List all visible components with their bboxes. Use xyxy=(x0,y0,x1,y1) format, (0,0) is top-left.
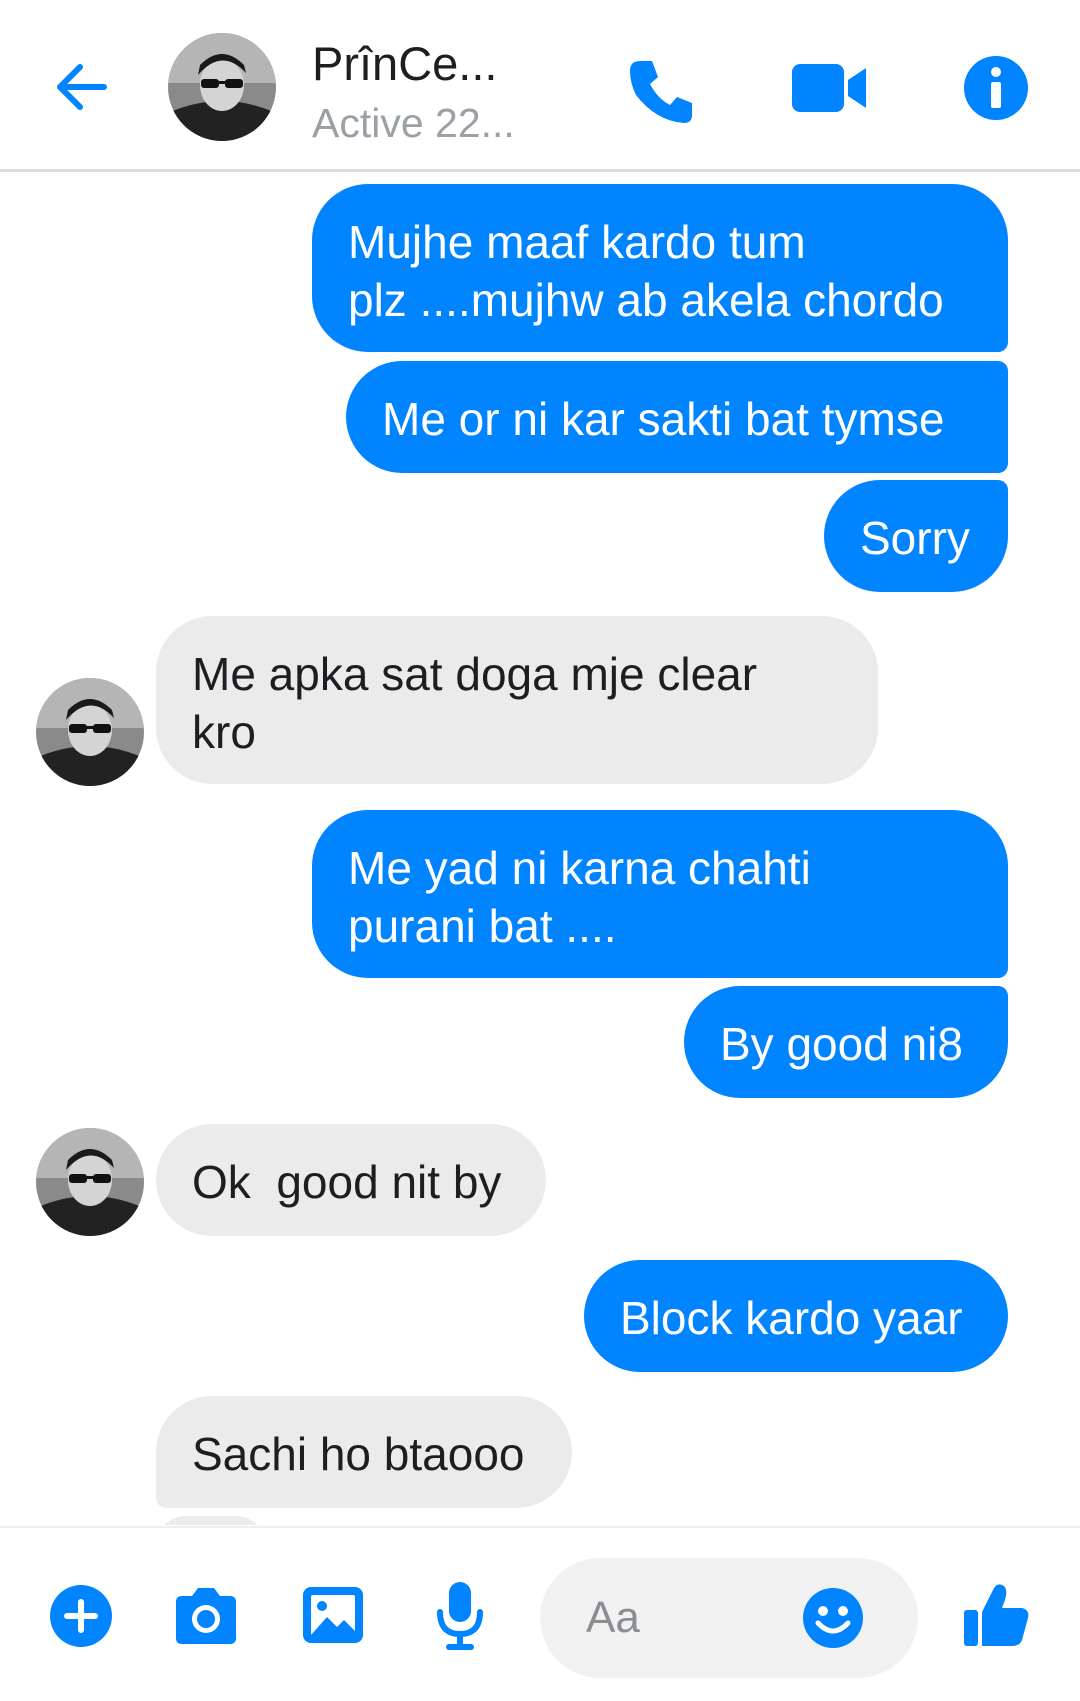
gallery-button[interactable] xyxy=(300,1584,366,1646)
thumbs-up-icon xyxy=(964,1584,1029,1646)
camera-button[interactable] xyxy=(172,1586,240,1646)
message-list[interactable]: Mujhe maaf kardo tum plz ....mujhw ab ak… xyxy=(0,175,1080,1525)
image-icon xyxy=(303,1587,363,1643)
camera-icon xyxy=(176,1588,236,1644)
sender-avatar[interactable] xyxy=(36,1128,144,1236)
message-input[interactable]: Aa xyxy=(540,1558,918,1678)
video-camera-icon xyxy=(792,64,866,112)
message-input-placeholder: Aa xyxy=(586,1593,640,1642)
info-icon xyxy=(964,56,1028,120)
back-arrow-icon xyxy=(57,64,107,110)
back-button[interactable] xyxy=(48,52,118,122)
contact-status: Active 22... xyxy=(312,100,515,146)
message-incoming[interactable]: Sachi ho btaooo xyxy=(156,1396,572,1508)
message-outgoing[interactable]: By good ni8 xyxy=(684,986,1008,1098)
sender-avatar[interactable] xyxy=(36,678,144,786)
message-outgoing[interactable]: Mujhe maaf kardo tum plz ....mujhw ab ak… xyxy=(312,184,1008,352)
like-button[interactable] xyxy=(962,1580,1032,1650)
emoji-button[interactable] xyxy=(802,1587,864,1649)
voice-message-button[interactable] xyxy=(434,1580,486,1652)
info-button[interactable] xyxy=(962,54,1030,122)
message-incoming-partial[interactable] xyxy=(156,1516,266,1525)
plus-icon xyxy=(50,1585,112,1647)
call-button[interactable] xyxy=(626,55,698,127)
messenger-chat-screen: PrînCe... Active 22... Mujhe maaf kardo … xyxy=(0,0,1080,1701)
more-actions-button[interactable] xyxy=(48,1583,114,1649)
phone-icon xyxy=(630,61,692,123)
video-call-button[interactable] xyxy=(790,58,870,118)
message-outgoing[interactable]: Block kardo yaar xyxy=(584,1260,1008,1372)
message-outgoing[interactable]: Me yad ni karna chahti purani bat .... xyxy=(312,810,1008,978)
contact-avatar[interactable] xyxy=(168,33,276,141)
message-outgoing[interactable]: Me or ni kar sakti bat tymse xyxy=(346,361,1008,473)
message-incoming[interactable]: Me apka sat doga mje clear kro xyxy=(156,616,878,784)
contact-name[interactable]: PrînCe... xyxy=(312,36,497,91)
microphone-icon xyxy=(437,1582,483,1650)
composer-bar: Aa xyxy=(0,1526,1080,1701)
chat-header: PrînCe... Active 22... xyxy=(0,0,1080,172)
message-outgoing[interactable]: Sorry xyxy=(824,480,1008,592)
emoji-icon xyxy=(803,1588,863,1648)
message-incoming[interactable]: Ok good nit by xyxy=(156,1124,546,1236)
